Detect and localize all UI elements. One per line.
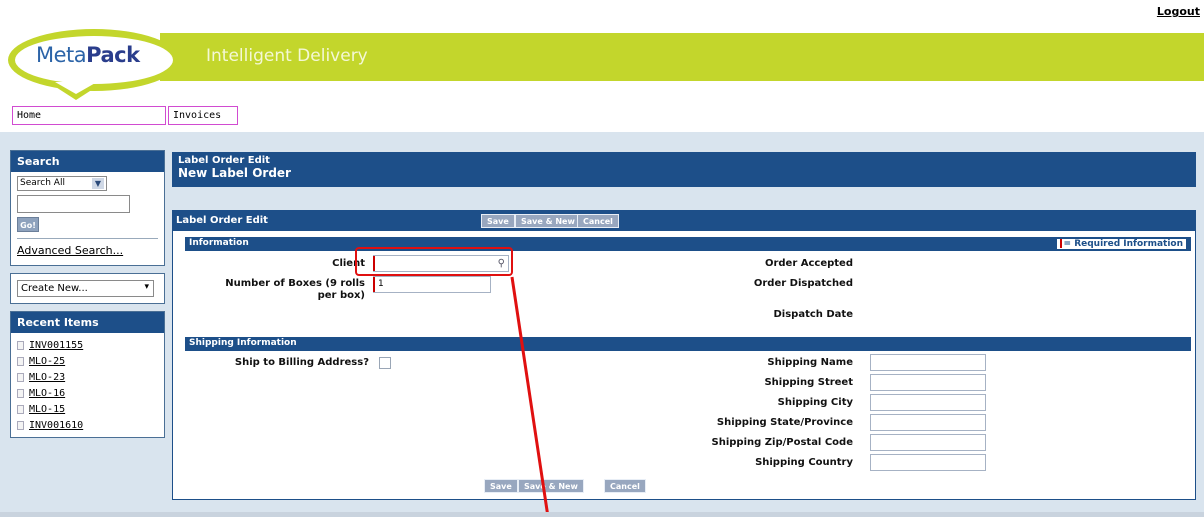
annotation-line bbox=[510, 276, 550, 517]
annotation-pointer-line bbox=[510, 276, 550, 517]
footer-strip bbox=[0, 512, 1204, 517]
